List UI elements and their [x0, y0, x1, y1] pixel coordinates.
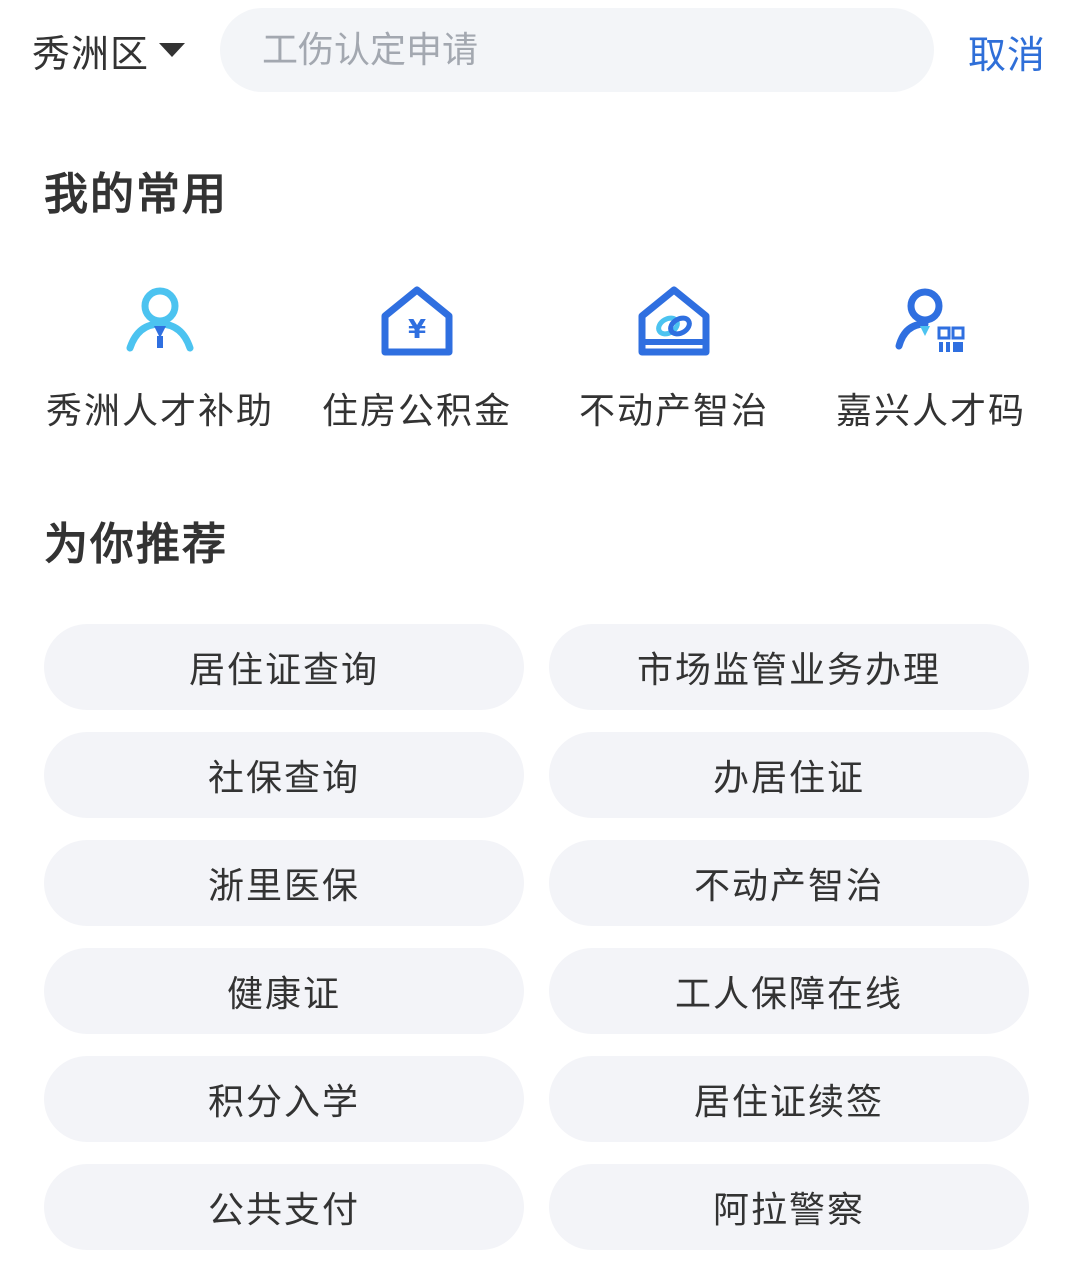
housing-fund-icon: ¥ — [381, 286, 453, 356]
recommend-chip[interactable]: 积分入学 — [44, 1056, 524, 1142]
real-estate-icon — [638, 286, 710, 356]
favorite-label: 嘉兴人才码 — [835, 391, 1026, 432]
recommend-chip[interactable]: 工人保障在线 — [549, 948, 1029, 1034]
favorite-item-talent-code[interactable]: 嘉兴人才码 — [801, 282, 1061, 432]
recommend-chip[interactable]: 市场监管业务办理 — [549, 624, 1029, 710]
favorite-label: 秀洲人才补助 — [45, 391, 274, 432]
recommend-chip[interactable]: 社保查询 — [44, 732, 524, 818]
recommend-chip[interactable]: 健康证 — [44, 948, 524, 1034]
search-input[interactable] — [260, 28, 934, 72]
recommend-chip[interactable]: 居住证查询 — [44, 624, 524, 710]
section-title-favorites: 我的常用 — [44, 169, 228, 220]
section-title-recommend: 为你推荐 — [44, 519, 228, 570]
favorite-item-housing-fund[interactable]: ¥ 住房公积金 — [287, 282, 547, 432]
favorite-label: 住房公积金 — [321, 391, 512, 432]
recommend-chip[interactable]: 居住证续签 — [549, 1056, 1029, 1142]
svg-text:¥: ¥ — [408, 315, 426, 345]
favorite-item-talent-subsidy[interactable]: 秀洲人才补助 — [30, 282, 290, 432]
cancel-button[interactable]: 取消 — [968, 24, 1046, 79]
recommend-chip[interactable]: 公共支付 — [44, 1164, 524, 1250]
recommend-chip[interactable]: 浙里医保 — [44, 840, 524, 926]
recommend-chip[interactable]: 不动产智治 — [549, 840, 1029, 926]
talent-code-icon — [895, 288, 965, 352]
caret-down-icon — [159, 43, 186, 57]
talent-person-icon — [126, 287, 194, 352]
top-bar: 秀洲区 取消 — [0, 0, 1080, 100]
recommend-chip[interactable]: 阿拉警察 — [549, 1164, 1029, 1250]
favorite-label: 不动产智治 — [578, 391, 769, 432]
search-box[interactable] — [220, 8, 934, 92]
region-selector[interactable]: 秀洲区 — [32, 22, 186, 78]
recommend-chip[interactable]: 办居住证 — [549, 732, 1029, 818]
favorite-item-real-estate[interactable]: 不动产智治 — [544, 282, 804, 432]
region-label: 秀洲区 — [32, 31, 150, 76]
